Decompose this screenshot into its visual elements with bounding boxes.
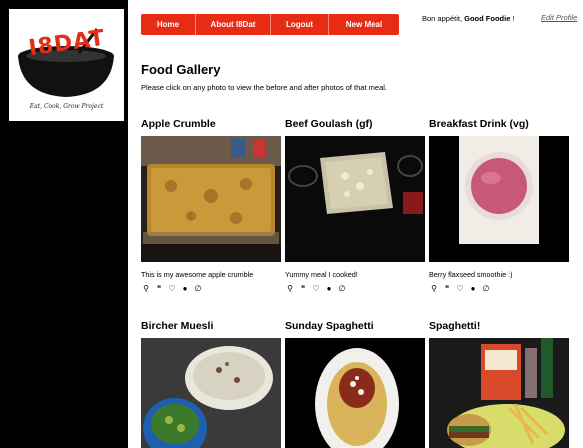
page-title: Food Gallery xyxy=(141,62,221,77)
nav-logout[interactable]: Logout xyxy=(271,14,329,35)
meal-actions: ⚲ ❝ ♡ ● ∅ xyxy=(429,284,491,293)
meal-photo[interactable] xyxy=(141,338,281,448)
empty-set-icon[interactable]: ∅ xyxy=(337,284,347,293)
magnifier-icon[interactable]: ⚲ xyxy=(285,284,295,293)
breakfast-drink-photo-icon xyxy=(429,136,569,262)
beef-goulash-photo-icon xyxy=(285,136,425,262)
logo-tagline: Eat, Cook, Grow Project xyxy=(29,103,104,110)
meal-title: Beef Goulash (gf) xyxy=(285,118,373,130)
meal-title: Sunday Spaghetti xyxy=(285,320,374,332)
meal-caption: Berry flaxseed smoothie :) xyxy=(429,270,513,279)
meal-title: Bircher Muesli xyxy=(141,320,214,332)
empty-set-icon[interactable]: ∅ xyxy=(481,284,491,293)
meal-title: Breakfast Drink (vg) xyxy=(429,118,529,130)
edit-profile-link[interactable]: Edit Profile xyxy=(541,13,577,22)
meal-photo[interactable] xyxy=(141,136,281,262)
heart-icon[interactable]: ♡ xyxy=(311,284,321,293)
meal-title: Spaghetti! xyxy=(429,320,481,332)
meal-photo[interactable] xyxy=(285,338,425,448)
user-greeting: Bon appétit, Good Foodie ! xyxy=(422,14,515,23)
heart-icon[interactable]: ♡ xyxy=(167,284,177,293)
empty-set-icon[interactable]: ∅ xyxy=(193,284,203,293)
nav-about[interactable]: About I8Dat xyxy=(196,14,271,35)
apple-crumble-photo-icon xyxy=(141,136,281,262)
quote-icon[interactable]: ❝ xyxy=(298,284,308,293)
person-icon[interactable]: ● xyxy=(324,284,334,293)
user-name: Good Foodie xyxy=(464,14,511,23)
nav-new-meal[interactable]: New Meal xyxy=(329,14,399,35)
sunday-spaghetti-photo-icon xyxy=(285,338,425,448)
meal-photo[interactable] xyxy=(429,338,569,448)
meal-photo[interactable] xyxy=(429,136,569,262)
meal-actions: ⚲ ❝ ♡ ● ∅ xyxy=(285,284,347,293)
sidebar: I8DAT Eat, Cook, Grow Project xyxy=(0,0,128,448)
person-icon[interactable]: ● xyxy=(468,284,478,293)
bircher-muesli-photo-icon xyxy=(141,338,281,448)
quote-icon[interactable]: ❝ xyxy=(442,284,452,293)
person-icon[interactable]: ● xyxy=(180,284,190,293)
logo[interactable]: I8DAT Eat, Cook, Grow Project xyxy=(9,9,124,121)
main-content: Home About I8Dat Logout New Meal Bon app… xyxy=(128,0,583,448)
meal-title: Apple Crumble xyxy=(141,118,216,130)
spaghetti-burger-photo-icon xyxy=(429,338,569,448)
greeting-prefix: Bon appétit, xyxy=(422,14,463,23)
quote-icon[interactable]: ❝ xyxy=(154,284,164,293)
meal-actions: ⚲ ❝ ♡ ● ∅ xyxy=(141,284,203,293)
greeting-suffix: ! xyxy=(512,14,515,23)
nav-home[interactable]: Home xyxy=(141,14,196,35)
main-nav: Home About I8Dat Logout New Meal xyxy=(141,14,399,35)
gallery-instructions: Please click on any photo to view the be… xyxy=(141,83,387,92)
meal-caption: This is my awesome apple crumble xyxy=(141,270,254,279)
magnifier-icon[interactable]: ⚲ xyxy=(141,284,151,293)
magnifier-icon[interactable]: ⚲ xyxy=(429,284,439,293)
meal-photo[interactable] xyxy=(285,136,425,262)
heart-icon[interactable]: ♡ xyxy=(455,284,465,293)
meal-caption: Yummy meal I cooked! xyxy=(285,270,358,279)
